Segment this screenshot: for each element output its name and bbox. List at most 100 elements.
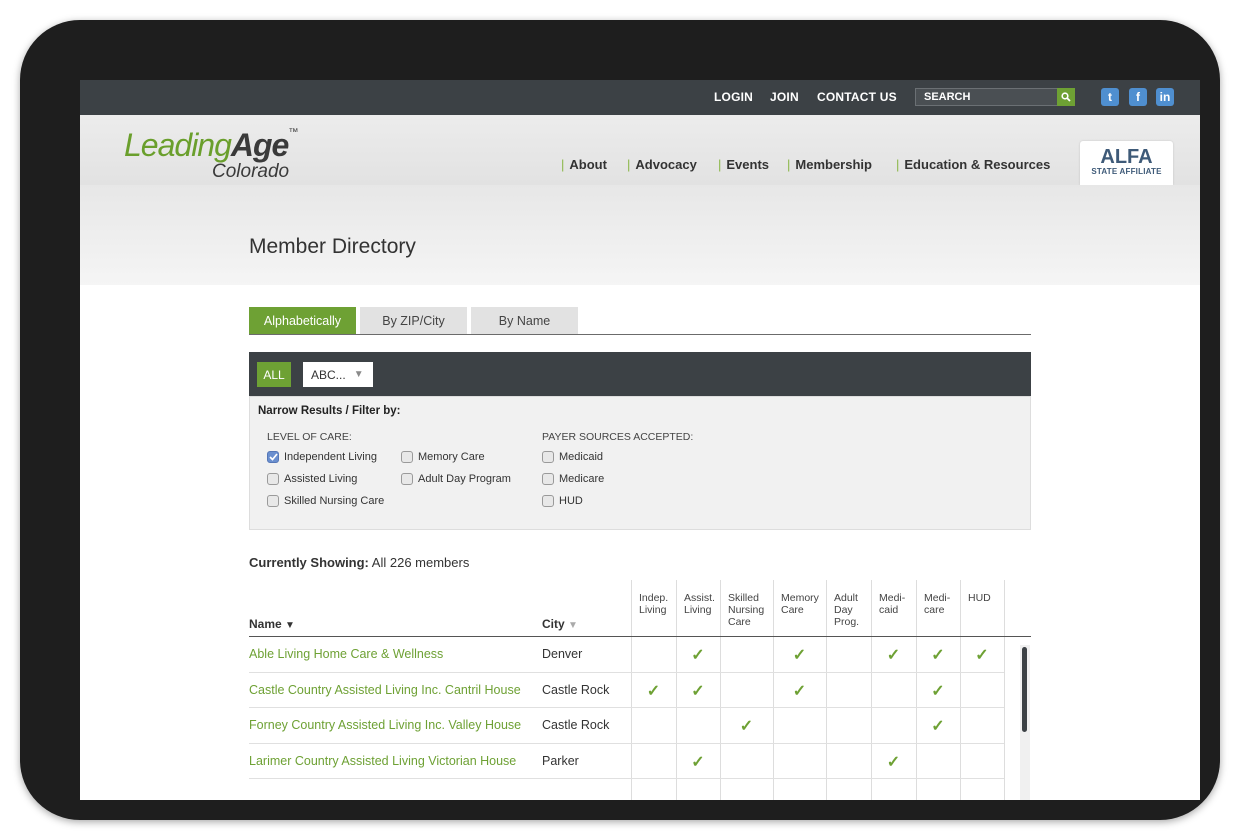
tab-divider [249,334,1031,335]
checkbox-adult-day-program[interactable]: Adult Day Program [401,473,511,485]
checkmark-icon: ✓ [931,682,945,700]
caret-down-icon: ▼ [353,369,364,380]
search-button[interactable] [1057,88,1075,106]
checkmark-icon: ✓ [975,647,989,664]
currently-showing: Currently Showing: All 226 members [249,555,469,570]
leadingage-logo[interactable]: LeadingAge™ Colorado [124,127,314,187]
column-header-line: Living [639,604,667,616]
member-name-link[interactable]: Forney Country Assisted Living Inc. Vall… [249,718,521,732]
narrow-results-label: Narrow Results / Filter by: [258,405,401,417]
member-city: Castle Rock [542,718,610,732]
logo-trademark: ™ [288,127,298,138]
nav-advocacy[interactable]: | Advocacy [627,157,697,172]
currently-showing-value: All 226 members [371,555,470,570]
column-divider [676,580,677,800]
member-name-link[interactable]: Castle Country Assisted Living Inc. Cant… [249,683,521,697]
checkmark-icon: ✓ [691,682,705,700]
column-header-line: Assist. [684,592,715,604]
alfa-subtitle: STATE AFFILIATE [1091,167,1162,176]
nav-about[interactable]: | About [561,157,607,172]
checkbox-checked-icon [267,451,279,463]
linkedin-icon[interactable]: in [1156,88,1174,106]
checkbox-skilled-nursing-care[interactable]: Skilled Nursing Care [267,495,384,507]
checkbox-icon [542,473,554,485]
column-header-line: Prog. [834,616,860,628]
checkmark-icon: ✓ [886,753,901,771]
page-title: Member Directory [249,235,416,258]
name-column-header[interactable]: Name ▼ [249,617,295,631]
member-name-link[interactable]: Larimer Country Assisted Living Victoria… [249,754,516,768]
checkmark-icon: ✓ [691,753,705,771]
city-column-header[interactable]: City ▼ [542,617,578,631]
checkmark-icon: ✓ [931,718,945,735]
column-header-memory-care: Memory Care [781,592,819,616]
level-of-care-label: LEVEL OF CARE: [267,431,352,443]
checkbox-medicaid[interactable]: Medicaid [542,451,603,463]
letter-select[interactable]: ABC... ▼ [303,362,373,387]
tab-by-name[interactable]: By Name [471,307,578,334]
column-header-line: Living [684,604,712,616]
payer-sources-label: PAYER SOURCES ACCEPTED: [542,431,694,443]
column-header-line: Care [781,604,804,616]
column-divider [916,580,917,800]
checkbox-icon [542,495,554,507]
tab-by-zip-city[interactable]: By ZIP/City [360,307,467,334]
checkbox-icon [267,473,279,485]
checkmark-icon: ✓ [792,682,807,700]
title-band: Member Directory [80,185,1200,285]
column-header-adult-day-prog: Adult Day Prog. [834,592,859,628]
join-link[interactable]: JOIN [770,90,799,104]
column-header-line: HUD [968,592,991,604]
nav-membership[interactable]: | Membership [787,157,872,172]
alfa-logo-text: ALFA [1100,146,1153,168]
column-header-indep-living: Indep. Living [639,592,668,616]
column-divider [773,580,774,800]
alfa-affiliate-badge[interactable]: ALFA STATE AFFILIATE [1080,141,1173,185]
currently-showing-label: Currently Showing: [249,555,369,570]
checkmark-icon: ✓ [931,647,945,664]
table-scrollbar-thumb[interactable] [1022,647,1027,732]
column-divider [720,580,721,800]
column-header-line: Care [728,616,751,628]
checkbox-hud[interactable]: HUD [542,495,583,507]
column-header-line: Indep. [639,592,669,604]
checkbox-independent-living[interactable]: Independent Living [267,451,377,463]
contact-us-link[interactable]: CONTACT US [817,90,897,104]
column-header-line: Adult [834,592,858,604]
column-header-line: caid [879,604,899,616]
facebook-icon[interactable]: f [1129,88,1147,106]
checkbox-assisted-living[interactable]: Assisted Living [267,473,357,485]
checkmark-icon: ✓ [886,647,901,664]
table-header-divider [249,636,1031,637]
nav-events[interactable]: | Events [718,157,769,172]
twitter-icon[interactable]: t [1101,88,1119,106]
column-header-line: Memory [781,592,819,604]
member-name-link[interactable]: Able Living Home Care & Wellness [249,647,443,661]
column-divider [1004,580,1005,800]
column-header-medicaid: Medi-caid [879,592,905,616]
filter-panel: Narrow Results / Filter by: LEVEL OF CAR… [249,396,1031,530]
column-header-medicare: Medi-care [924,592,950,616]
search-input[interactable] [916,89,1056,105]
logo-subtitle: Colorado [212,161,290,182]
all-button[interactable]: ALL [257,362,291,387]
checkbox-memory-care[interactable]: Memory Care [401,451,485,463]
checkmark-icon: ✓ [792,647,807,664]
checkbox-icon [401,473,413,485]
column-header-line: care [924,604,945,616]
column-header-line: Day [834,604,853,616]
tab-alphabetically[interactable]: Alphabetically [249,307,356,334]
checkbox-icon [542,451,554,463]
search-icon [1061,92,1071,102]
nav-education-resources[interactable]: | Education & Resources [896,157,1050,172]
search-box [915,88,1075,106]
row-divider [249,778,1004,779]
login-link[interactable]: LOGIN [714,90,753,104]
checkmark-icon: ✓ [739,718,754,735]
checkbox-icon [267,495,279,507]
column-header-assist-living: Assist. Living [684,592,715,616]
checkmark-icon: ✓ [646,682,661,700]
utility-bar: LOGIN JOIN CONTACT US t f in [80,80,1200,115]
checkbox-medicare[interactable]: Medicare [542,473,604,485]
member-city: Denver [542,647,583,661]
